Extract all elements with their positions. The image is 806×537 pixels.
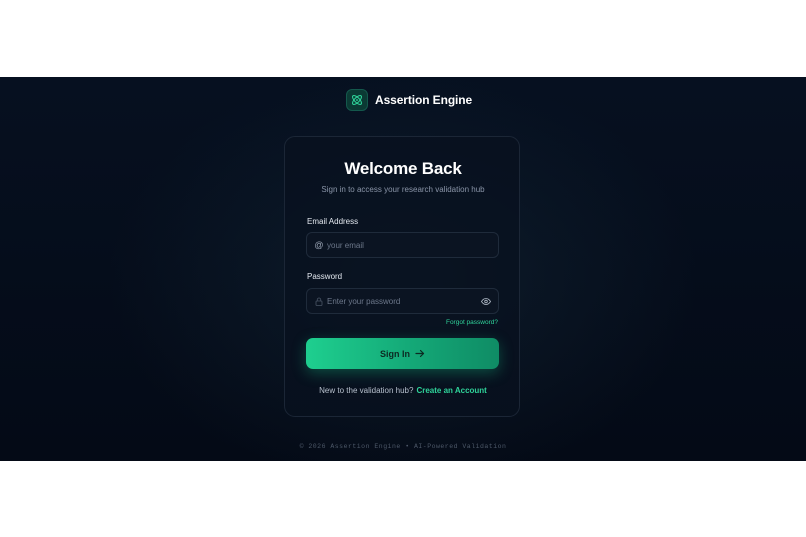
footer-copyright: © 2026 Assertion Engine • AI-Powered Val… xyxy=(299,443,507,450)
email-label: Email Address xyxy=(307,217,359,226)
signup-prompt-row: New to the validation hub? Create an Acco… xyxy=(285,386,521,395)
forgot-password-link[interactable]: Forgot password? xyxy=(446,319,498,326)
brand-header: Assertion Engine xyxy=(346,89,472,111)
signup-prompt: New to the validation hub? xyxy=(319,386,414,395)
at-sign-icon: @ xyxy=(314,240,324,250)
password-label: Password xyxy=(307,272,343,281)
page-subtitle: Sign in to access your research validati… xyxy=(321,185,485,194)
password-field[interactable] xyxy=(327,289,477,313)
email-field[interactable] xyxy=(327,233,477,257)
login-page: Assertion Engine Welcome Back Sign in to… xyxy=(0,77,806,461)
arrow-right-icon xyxy=(415,349,425,358)
login-card: Welcome Back Sign in to access your rese… xyxy=(284,136,520,417)
sign-in-button[interactable]: Sign In xyxy=(306,338,499,369)
password-field-wrapper xyxy=(306,288,499,314)
email-field-wrapper: @ xyxy=(306,232,499,258)
brand-name: Assertion Engine xyxy=(375,93,473,107)
page-title: Welcome Back xyxy=(344,159,462,178)
create-account-link[interactable]: Create an Account xyxy=(416,386,486,395)
sign-in-label: Sign In xyxy=(380,348,410,359)
eye-icon[interactable] xyxy=(480,289,492,313)
atom-icon xyxy=(346,89,368,111)
lock-icon xyxy=(314,289,324,313)
